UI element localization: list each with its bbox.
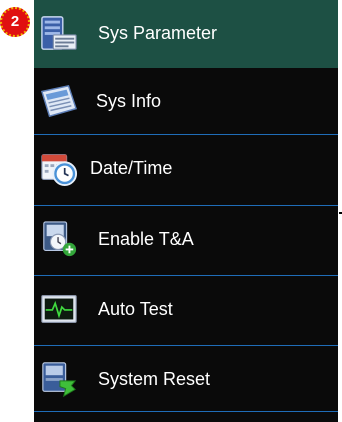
menu-item-label: Date/Time [90,158,173,178]
screen: 2 Sys Parameter Sys Info Date/Time Enabl… [0,0,342,422]
menu-item-date-time[interactable]: Date/Time [34,135,338,206]
step-badge: 2 [0,7,30,37]
calendar-clock-icon [41,154,78,187]
system-menu: Sys Parameter Sys Info Date/Time Enable … [34,0,338,422]
monitor-pulse-icon [41,295,77,323]
sys-parameter-icon [41,16,77,50]
enable-ta-icon [43,221,77,257]
system-reset-icon [42,362,77,398]
menu-item-label: Enable T&A [98,229,194,249]
menu-item-enable-ta[interactable]: Enable T&A [34,206,338,276]
menu-item-sys-info[interactable]: Sys Info [34,68,338,135]
menu-item-label: Sys Info [96,91,162,111]
menu-item-label: System Reset [98,369,211,389]
menu-item-label: Sys Parameter [98,23,218,43]
menu-item-auto-test[interactable]: Auto Test [34,276,338,346]
menu-item-system-reset[interactable]: System Reset [34,346,338,412]
menu-item-label: Auto Test [98,299,173,319]
menu-item-sys-parameter[interactable]: Sys Parameter [34,0,338,68]
sys-info-icon [40,84,78,118]
